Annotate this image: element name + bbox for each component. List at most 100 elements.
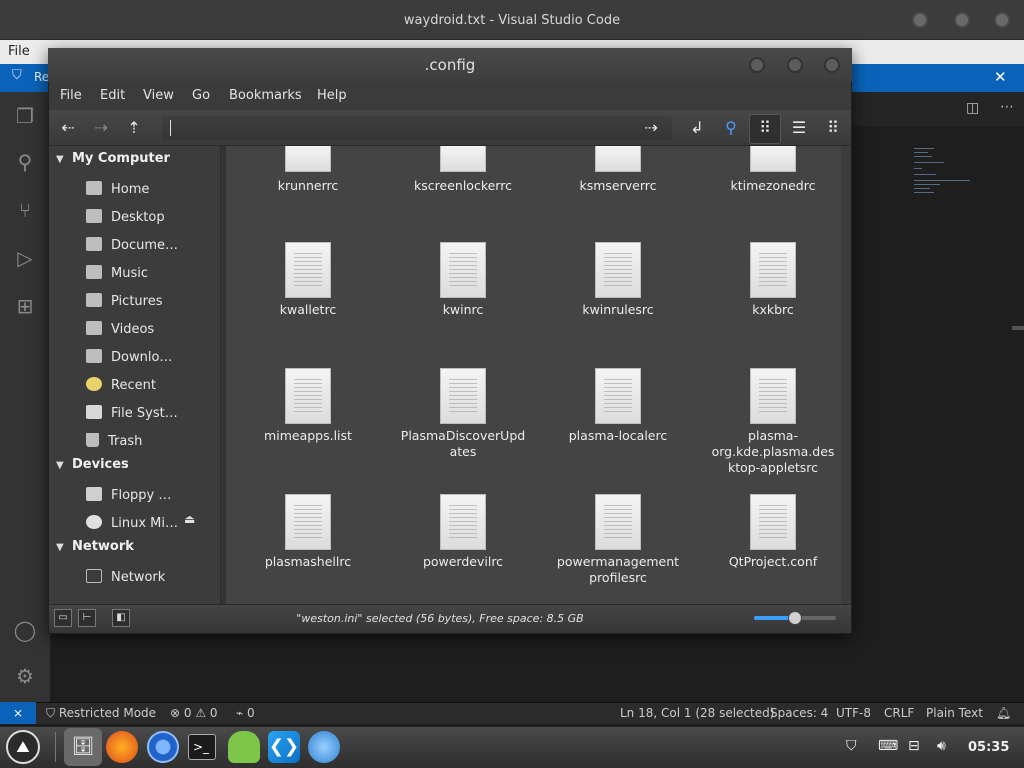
fm-close-button[interactable] <box>824 57 840 73</box>
sidebar-section-my-computer[interactable]: ▼ My Computer <box>56 151 170 166</box>
vscode-icon[interactable]: ❮❯ <box>268 731 300 763</box>
eject-icon[interactable]: ⏏ <box>184 512 195 526</box>
file-item[interactable]: kwinrc <box>398 242 528 318</box>
file-item[interactable]: krunnerrc <box>243 146 373 194</box>
file-item[interactable]: plasma-org.kde.plasma.desktop-appletsrc <box>708 368 838 476</box>
file-name: plasma-localerc <box>568 428 668 443</box>
fm-menu-file[interactable]: File <box>60 88 82 103</box>
sidebar-item-music[interactable]: Music <box>86 262 212 284</box>
compact-view-icon[interactable]: ⠿ <box>822 117 844 139</box>
security-shield-icon[interactable]: ⛉ <box>846 738 857 754</box>
location-bar[interactable] <box>162 116 672 140</box>
file-item[interactable]: PlasmaDiscoverUpdates <box>398 368 528 460</box>
file-item[interactable]: kwalletrc <box>243 242 373 318</box>
more-actions-icon[interactable]: ⋯ <box>1000 99 1014 115</box>
go-arrow-icon[interactable]: ⇢ <box>640 117 662 139</box>
status-language[interactable]: Plain Text <box>926 706 983 720</box>
status-restricted-mode[interactable]: ⛉ Restricted Mode <box>46 706 156 721</box>
banner-close-icon[interactable]: ✕ <box>994 68 1007 86</box>
vscode-menu-file[interactable]: File <box>8 44 30 59</box>
firefox-icon[interactable] <box>106 731 138 763</box>
clock[interactable]: 05:35 <box>968 740 1009 755</box>
fm-maximize-button[interactable] <box>787 57 803 73</box>
remote-indicator-icon[interactable]: ⨯ <box>0 702 36 724</box>
fm-menu-go[interactable]: Go <box>192 88 210 103</box>
sidebar-item-home[interactable]: Home <box>86 178 212 200</box>
fm-menu-edit[interactable]: Edit <box>100 88 125 103</box>
sidebar-item-desktop[interactable]: Desktop <box>86 206 212 228</box>
status-ports[interactable]: ⌁ 0 <box>236 706 255 720</box>
source-control-icon[interactable]: ⑂ <box>13 198 37 222</box>
sidebar-item-trash[interactable]: Trash <box>86 430 212 452</box>
zoom-slider-handle[interactable] <box>788 611 802 625</box>
fm-menu-bookmarks[interactable]: Bookmarks <box>229 88 302 103</box>
up-arrow-icon[interactable]: ⇡ <box>123 117 145 139</box>
editor-scrollbar[interactable] <box>1012 326 1024 330</box>
file-name: plasma-org.kde.plasma.desktop-appletsrc <box>711 428 835 475</box>
back-arrow-icon[interactable]: ⇠ <box>57 117 79 139</box>
banner-text[interactable]: Re <box>34 70 49 84</box>
app-menu-icon[interactable]: ⛰ <box>6 730 40 764</box>
sidebar-item-downloads[interactable]: Downlo… <box>86 346 212 368</box>
sidebar-item-documents[interactable]: Docume… <box>86 234 212 256</box>
terminal-icon[interactable]: >_ <box>188 734 216 760</box>
forward-arrow-icon[interactable]: ⇢ <box>90 117 112 139</box>
documents-folder-icon <box>86 237 102 251</box>
sidebar-section-network[interactable]: ▼ Network <box>56 539 134 554</box>
sidebar-item-floppy[interactable]: Floppy … <box>86 484 212 506</box>
file-item[interactable]: powermanagementprofilesrc <box>553 494 683 586</box>
file-item[interactable]: ktimezonedrc <box>708 146 838 194</box>
notifications-bell-icon[interactable]: 🔔︎ <box>996 706 1011 720</box>
sidebar-item-videos[interactable]: Videos <box>86 318 212 340</box>
vscode-minimize-button[interactable] <box>912 12 928 28</box>
file-view-scrollbar[interactable] <box>841 146 850 604</box>
network-browser-icon[interactable] <box>308 731 340 763</box>
file-item[interactable]: plasmashellrc <box>243 494 373 570</box>
status-eol[interactable]: CRLF <box>884 706 914 720</box>
search-icon[interactable]: ⚲ <box>720 117 742 139</box>
show-tree-icon[interactable]: ⊢ <box>78 609 96 627</box>
file-item[interactable]: kxkbrc <box>708 242 838 318</box>
status-problems[interactable]: ⊗ 0 ⚠ 0 <box>170 706 218 720</box>
fm-menu-view[interactable]: View <box>143 88 174 103</box>
file-item[interactable]: QtProject.conf <box>708 494 838 570</box>
file-item[interactable]: mimeapps.list <box>243 368 373 444</box>
fm-minimize-button[interactable] <box>749 57 765 73</box>
status-indentation[interactable]: Spaces: 4 <box>770 706 828 720</box>
run-debug-icon[interactable]: ▷ <box>13 246 37 270</box>
vscode-window-title: waydroid.txt - Visual Studio Code <box>403 13 621 28</box>
fm-menu-help[interactable]: Help <box>317 88 347 103</box>
vscode-close-button[interactable] <box>994 12 1010 28</box>
file-item[interactable]: ksmserverrc <box>553 146 683 194</box>
sidebar-item-recent[interactable]: Recent <box>86 374 212 396</box>
chromium-icon[interactable] <box>147 731 179 763</box>
sidebar-item-file-system[interactable]: File Syst… <box>86 402 212 424</box>
volume-icon[interactable]: 🔊︎ <box>937 738 946 754</box>
extensions-icon[interactable]: ⊞ <box>13 294 37 318</box>
minimap[interactable] <box>912 148 972 198</box>
sidebar-item-pictures[interactable]: Pictures <box>86 290 212 312</box>
file-item[interactable]: kwinrulesrc <box>553 242 683 318</box>
sidebar-section-devices[interactable]: ▼ Devices <box>56 457 129 472</box>
toggle-sidebar-icon[interactable]: ◧ <box>112 609 130 627</box>
icon-view-icon[interactable]: ⠿ <box>754 117 776 139</box>
list-view-icon[interactable]: ☰ <box>788 117 810 139</box>
split-editor-icon[interactable]: ◫ <box>966 100 979 116</box>
explorer-icon[interactable]: ❐ <box>13 104 37 128</box>
search-icon[interactable]: ⚲ <box>13 150 37 174</box>
status-cursor-position[interactable]: Ln 18, Col 1 (28 selected) <box>620 706 774 720</box>
keyboard-icon[interactable]: ⌨ <box>878 738 898 754</box>
status-encoding[interactable]: UTF-8 <box>836 706 871 720</box>
sidebar-item-network[interactable]: Network <box>86 566 212 588</box>
file-item[interactable]: plasma-localerc <box>553 368 683 444</box>
file-item[interactable]: kscreenlockerrc <box>398 146 528 194</box>
settings-gear-icon[interactable]: ⚙ <box>13 664 37 688</box>
waydroid-icon[interactable] <box>228 731 260 763</box>
account-icon[interactable]: ◯ <box>13 618 37 642</box>
network-status-icon[interactable]: ⊟ <box>908 738 920 754</box>
vscode-maximize-button[interactable] <box>954 12 970 28</box>
toggle-location-icon[interactable]: ↲ <box>686 117 708 139</box>
file-manager-task-icon[interactable]: 🗄︎ <box>64 728 102 766</box>
show-places-icon[interactable]: ▭ <box>54 609 72 627</box>
file-item[interactable]: powerdevilrc <box>398 494 528 570</box>
